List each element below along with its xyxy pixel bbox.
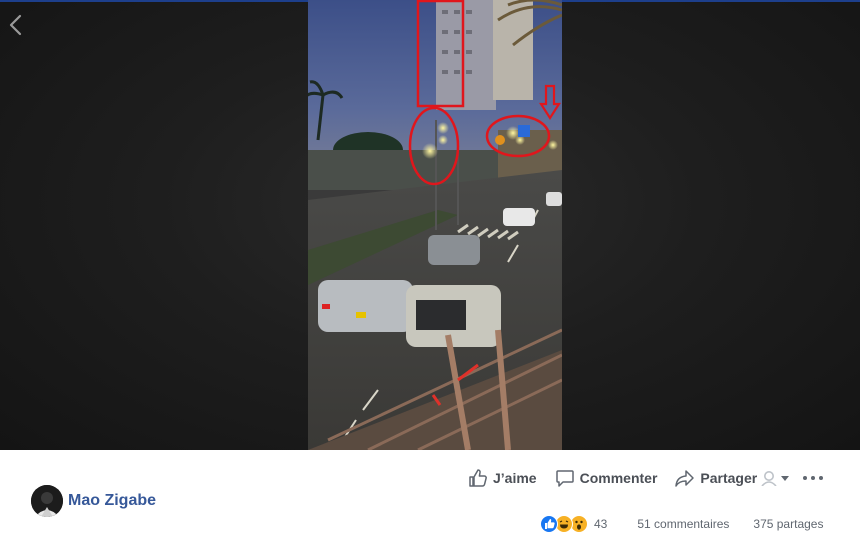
like-button[interactable]: J’aime	[468, 468, 537, 488]
comment-label: Commenter	[579, 470, 658, 486]
back-button[interactable]	[4, 10, 26, 40]
audience-selector[interactable]	[760, 470, 790, 486]
more-options-button[interactable]	[803, 470, 823, 486]
post-author: Mao Zigabe	[31, 485, 156, 517]
share-label: Partager	[700, 470, 758, 486]
share-button[interactable]: Partager	[675, 468, 757, 488]
video-player[interactable]	[308, 0, 562, 450]
audience-selector-icon	[761, 471, 789, 486]
reaction-count[interactable]: 43	[594, 517, 607, 531]
video-stage	[0, 0, 860, 450]
speech-bubble-icon	[555, 470, 574, 487]
post-actions: J’aime Commenter Partager	[468, 466, 775, 490]
shares-count-link[interactable]: 375 partages	[753, 517, 823, 531]
share-arrow-icon	[675, 470, 695, 487]
comment-button[interactable]: Commenter	[555, 468, 658, 488]
author-name-link[interactable]: Mao Zigabe	[68, 492, 156, 510]
comments-count-link[interactable]: 51 commentaires	[637, 517, 729, 531]
video-frame	[308, 0, 562, 450]
like-label: J’aime	[493, 470, 537, 486]
more-options-icon	[803, 476, 807, 480]
more-options-icon-dot	[811, 476, 815, 480]
chevron-left-icon	[9, 14, 22, 36]
more-options-icon-dot	[819, 476, 823, 480]
thumbs-up-icon	[469, 469, 487, 487]
post-stats: 43 51 commentaires 375 partages	[540, 513, 823, 535]
avatar[interactable]	[31, 485, 63, 517]
reactions-summary[interactable]	[540, 515, 588, 533]
author-photo	[31, 485, 63, 517]
like-reaction-icon	[540, 515, 558, 533]
